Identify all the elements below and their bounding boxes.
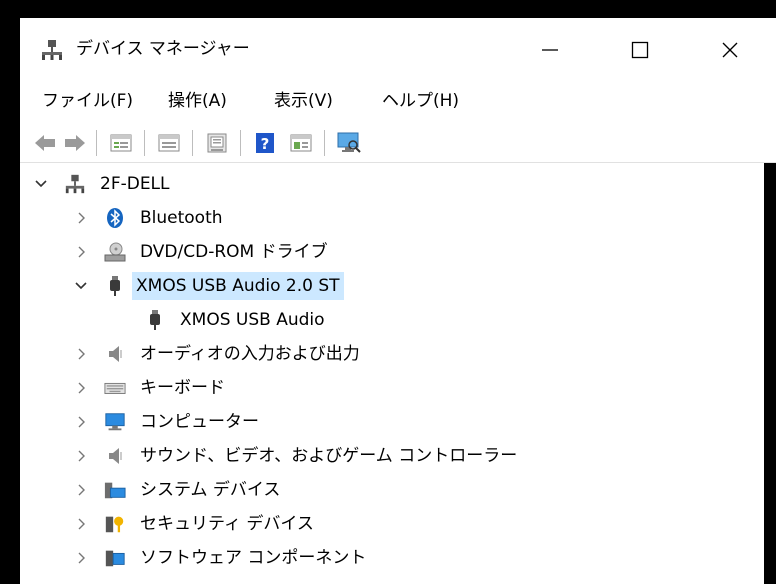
back-button[interactable] [32,130,58,156]
tree-item-software-components[interactable]: ソフトウェア コンポーネント [20,541,764,575]
tree-item-dvd[interactable]: DVD/CD-ROM ドライブ [20,235,764,269]
tree-item-label: キーボード [140,378,225,398]
chevron-down-icon[interactable] [34,177,48,191]
tree-item-security-devices[interactable]: セキュリティ デバイス [20,507,764,541]
forward-button[interactable] [62,130,88,156]
chevron-right-icon[interactable] [74,449,88,463]
chevron-right-icon[interactable] [74,551,88,565]
tree-item-label: サウンド、ビデオ、およびゲーム コントローラー [140,446,518,466]
tree-item-label: XMOS USB Audio 2.0 ST [132,272,344,300]
update-driver-icon [207,133,227,153]
menu-bar: ファイル(F) 操作(A) 表示(V) ヘルプ(H) [20,82,776,120]
chevron-right-icon[interactable] [74,347,88,361]
tree-item-sound-video-game[interactable]: サウンド、ビデオ、およびゲーム コントローラー [20,439,764,473]
tree-item-label: ソフトウェア コンポーネント [140,548,367,568]
back-arrow-icon [35,135,55,151]
dvd-drive-icon [104,241,126,263]
speaker-icon [104,445,126,467]
scan-hardware-button[interactable] [336,130,362,156]
close-button[interactable] [700,28,760,72]
forward-arrow-icon [65,135,85,151]
properties-button[interactable] [108,130,134,156]
toolbar-separator [240,130,241,156]
device-manager-app-icon [40,38,64,62]
chevron-right-icon[interactable] [74,381,88,395]
menu-action[interactable]: 操作(A) [164,88,231,114]
tree-item-label: システム デバイス [140,480,281,500]
system-devices-icon [104,479,126,501]
help-icon: ? [256,133,274,153]
title-bar[interactable]: デバイス マネージャー [20,18,776,82]
show-hidden-icon [290,134,312,152]
menu-view[interactable]: 表示(V) [270,88,337,114]
toolbar-separator [144,130,145,156]
minimize-button[interactable] [520,28,580,72]
maximize-button[interactable] [610,28,670,72]
window-border [764,163,776,584]
tree-item-audio-io[interactable]: オーディオの入力および出力 [20,337,764,371]
usb-audio-icon [144,309,166,331]
chevron-right-icon[interactable] [74,517,88,531]
chevron-right-icon[interactable] [74,415,88,429]
chevron-right-icon[interactable] [74,211,88,225]
security-key-icon [104,513,126,535]
chevron-right-icon[interactable] [74,245,88,259]
speaker-icon [104,343,126,365]
chevron-down-icon[interactable] [74,279,88,293]
tree-item-system-devices[interactable]: システム デバイス [20,473,764,507]
update-driver-button[interactable] [204,130,230,156]
tree-item-label: コンピューター [140,412,259,432]
device-tree[interactable]: 2F-DELL Bluetooth DVD/CD-ROM ドライブ XMOS U… [20,163,764,584]
show-devices-button[interactable] [156,130,182,156]
tree-root-label: 2F-DELL [100,174,170,194]
software-component-icon [104,547,126,569]
toolbar: ? [20,122,776,163]
tree-item-label: セキュリティ デバイス [140,514,314,534]
tree-item-xmos-usb-audio[interactable]: XMOS USB Audio [20,303,764,337]
tree-item-label: XMOS USB Audio [180,310,325,330]
tree-item-label: DVD/CD-ROM ドライブ [140,242,328,262]
toolbar-separator [324,130,325,156]
toolbar-separator [96,130,97,156]
menu-help[interactable]: ヘルプ(H) [378,88,463,114]
menu-file[interactable]: ファイル(F) [38,88,137,114]
properties-icon [110,134,132,152]
minimize-icon [542,49,558,51]
svg-text:?: ? [261,135,270,153]
help-button[interactable]: ? [252,130,278,156]
usb-audio-icon [104,275,126,297]
computer-icon [104,411,126,433]
show-hidden-button[interactable] [288,130,314,156]
device-manager-window: デバイス マネージャー ファイル(F) 操作(A) 表示(V) ヘルプ(H) ?… [20,18,776,584]
bluetooth-icon [104,207,126,229]
close-icon [722,42,738,58]
tree-item-keyboard[interactable]: キーボード [20,371,764,405]
tree-item-label: Bluetooth [140,208,223,228]
keyboard-icon [104,377,126,399]
window-title: デバイス マネージャー [76,39,250,59]
toolbar-separator [192,130,193,156]
show-devices-icon [158,134,180,152]
computer-network-icon [64,173,86,195]
monitor-icon [337,132,361,153]
tree-root-row[interactable]: 2F-DELL [20,167,764,201]
maximize-icon [631,41,649,59]
chevron-right-icon[interactable] [74,483,88,497]
tree-item-xmos-usb-audio-st[interactable]: XMOS USB Audio 2.0 ST [20,269,764,303]
tree-item-bluetooth[interactable]: Bluetooth [20,201,764,235]
tree-item-computer[interactable]: コンピューター [20,405,764,439]
tree-item-label: オーディオの入力および出力 [140,344,360,364]
